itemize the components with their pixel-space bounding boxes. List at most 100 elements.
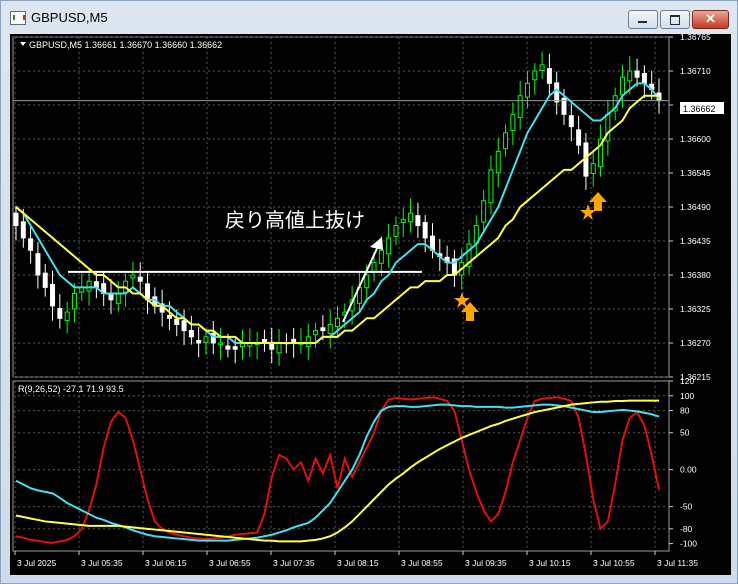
candle-body bbox=[203, 336, 209, 343]
indicator-axis-label: -100 bbox=[680, 539, 697, 549]
indicator-header: R(9,26,52) -27.1 71.9 93.5 bbox=[18, 384, 124, 394]
candle-body bbox=[130, 274, 136, 279]
candle-body bbox=[35, 253, 41, 276]
candle-body bbox=[225, 345, 231, 350]
time-axis-label: 3 Jul 07:35 bbox=[273, 558, 315, 568]
candle-body bbox=[641, 72, 647, 84]
candle-body bbox=[276, 342, 282, 354]
candle-body bbox=[524, 82, 530, 98]
time-axis-label: 3 Jul 08:55 bbox=[401, 558, 443, 568]
time-axis-label: 3 Jul 11:35 bbox=[657, 558, 698, 568]
candle-body bbox=[415, 215, 421, 227]
candle-body bbox=[627, 70, 633, 82]
candle-body bbox=[174, 318, 180, 325]
price-axis-label: 1.36545 bbox=[680, 168, 711, 178]
main-chart-header: GBPUSD,M5 1.36661 1.36670 1.36660 1.3666… bbox=[29, 40, 222, 50]
indicator-axis-label: 120 bbox=[680, 376, 694, 386]
title-bar[interactable]: GBPUSD,M5 ✕ bbox=[1, 1, 737, 33]
chart-area[interactable]: 3 Jul 2025 3 Jul 05:35 3 Jul 06:15 3 Jul 06… bbox=[10, 32, 731, 575]
indicator-axis-label: -50 bbox=[680, 502, 693, 512]
minimize-icon bbox=[638, 21, 647, 23]
maximize-button[interactable] bbox=[660, 10, 690, 29]
candle-body bbox=[590, 163, 596, 174]
minimize-button[interactable] bbox=[628, 10, 658, 29]
price-axis-label: 1.36765 bbox=[680, 34, 711, 42]
price-axis-label: 1.36600 bbox=[680, 134, 711, 144]
candle-body bbox=[13, 212, 19, 227]
candle-body bbox=[488, 169, 494, 204]
candle-body bbox=[181, 320, 187, 332]
candle-body bbox=[517, 95, 523, 119]
candle-body bbox=[305, 336, 311, 347]
time-axis-label: 3 Jul 06:55 bbox=[209, 558, 251, 568]
price-axis-label: 1.36325 bbox=[680, 304, 711, 314]
terminal-window: GBPUSD,M5 ✕ 3 Jul 2025 3 Jul 05:35 3 Jul 0… bbox=[0, 0, 738, 584]
indicator-axis-label: 100 bbox=[680, 391, 694, 401]
candle-body bbox=[576, 129, 582, 146]
close-icon: ✕ bbox=[705, 11, 716, 26]
candle-body bbox=[57, 308, 63, 319]
price-axis-label: 1.36380 bbox=[680, 270, 711, 280]
time-axis-label: 3 Jul 05:35 bbox=[81, 558, 123, 568]
candle-body bbox=[64, 311, 70, 322]
price-axis-label: 1.36490 bbox=[680, 202, 711, 212]
maximize-icon bbox=[670, 15, 680, 25]
time-axis-label: 3 Jul 09:35 bbox=[465, 558, 507, 568]
candle-body bbox=[42, 272, 48, 288]
close-button[interactable]: ✕ bbox=[692, 10, 729, 29]
chart-window-icon bbox=[10, 11, 26, 25]
indicator-axis-label: 50 bbox=[680, 428, 690, 438]
candle-body bbox=[568, 115, 574, 128]
candle-body bbox=[71, 293, 77, 310]
candle-body bbox=[371, 262, 377, 272]
candle-body bbox=[313, 330, 319, 336]
candle-body bbox=[108, 293, 114, 301]
candle-body bbox=[619, 76, 625, 96]
indicator-axis-label: 0.00 bbox=[680, 465, 697, 475]
price-axis-label: 1.36270 bbox=[680, 338, 711, 348]
chart-canvas[interactable]: 3 Jul 2025 3 Jul 05:35 3 Jul 06:15 3 Jul 06… bbox=[10, 32, 731, 575]
candle-body bbox=[335, 317, 340, 328]
candle-body bbox=[86, 280, 92, 292]
candle-body bbox=[634, 70, 640, 78]
price-axis-label: 1.36710 bbox=[680, 66, 711, 76]
time-axis-label: 3 Jul 2025 bbox=[17, 558, 56, 568]
time-axis-label: 3 Jul 08:15 bbox=[337, 558, 379, 568]
candle-body bbox=[166, 314, 172, 319]
candle-body bbox=[400, 218, 406, 223]
candle-body bbox=[50, 283, 56, 307]
candle-body bbox=[218, 342, 224, 346]
candle-body bbox=[320, 327, 326, 332]
candle-body bbox=[196, 340, 202, 344]
candle-body bbox=[386, 237, 392, 255]
breakout-annotation: 戻り高値上抜け bbox=[225, 209, 365, 232]
indicator-axis-label: -80 bbox=[680, 524, 693, 534]
candle-body bbox=[137, 276, 143, 282]
current-price-label: 1.36662 bbox=[683, 104, 716, 114]
candle-body bbox=[378, 249, 384, 264]
candle-body bbox=[503, 132, 509, 150]
candle-body bbox=[28, 238, 34, 251]
candle-body bbox=[495, 150, 501, 174]
candle-body bbox=[327, 323, 333, 334]
indicator-axis-label: 80 bbox=[680, 406, 690, 416]
time-axis-label: 3 Jul 10:55 bbox=[593, 558, 635, 568]
time-axis-label: 3 Jul 10:15 bbox=[529, 558, 571, 568]
candle-body bbox=[554, 82, 560, 103]
candle-body bbox=[422, 222, 428, 239]
candle-body bbox=[539, 64, 545, 72]
candle-body bbox=[20, 221, 26, 239]
candle-body bbox=[188, 329, 194, 338]
price-axis-label: 1.36435 bbox=[680, 236, 711, 246]
candle-body bbox=[481, 200, 487, 223]
candle-body bbox=[532, 70, 538, 81]
candle-body bbox=[115, 293, 121, 304]
time-axis-label: 3 Jul 06:15 bbox=[145, 558, 187, 568]
candle-body bbox=[393, 225, 399, 237]
candle-body bbox=[408, 212, 414, 223]
candle-body bbox=[364, 274, 370, 289]
candle-body bbox=[232, 346, 238, 350]
window-title: GBPUSD,M5 bbox=[31, 10, 108, 25]
candle-body bbox=[546, 68, 552, 84]
candle-body bbox=[510, 113, 516, 132]
